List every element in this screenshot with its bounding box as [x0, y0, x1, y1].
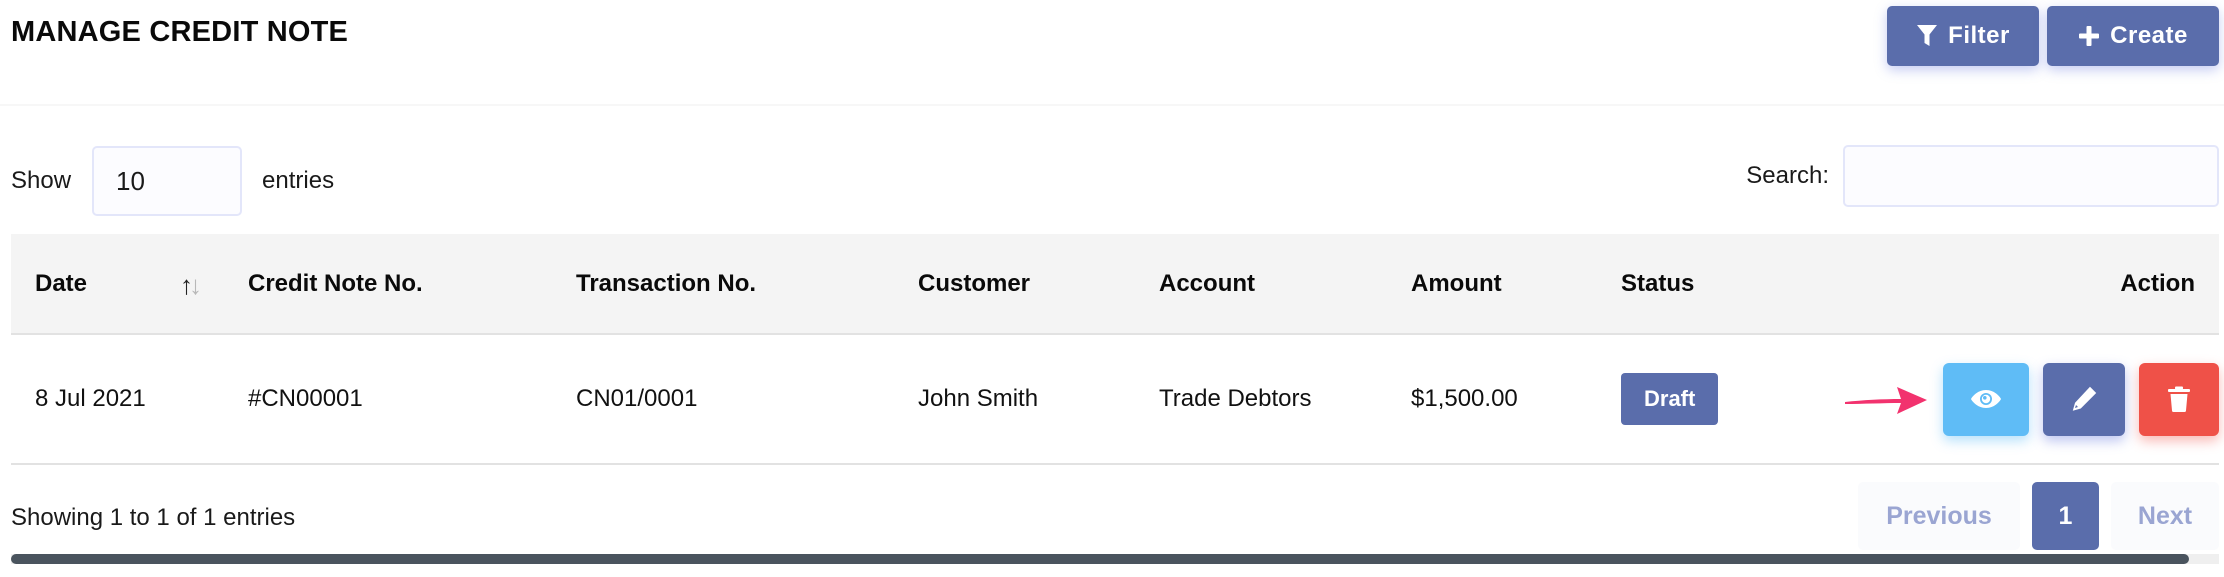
edit-button[interactable]: [2043, 362, 2125, 436]
table-header-row: Date ↑↓ Credit Note No. Transaction No. …: [11, 234, 2219, 334]
cell-customer: John Smith: [918, 385, 1039, 412]
cell-credit-note-no: #CN00001: [248, 385, 363, 412]
column-header-account[interactable]: Account: [1135, 234, 1387, 334]
plus-icon: [2079, 26, 2100, 46]
filter-button-label: Filter: [1948, 22, 2010, 49]
eye-icon: [1971, 390, 2001, 408]
cell-actions: [1757, 334, 2219, 464]
status-badge: Draft: [1621, 373, 1719, 425]
page-length-control: Show entries: [11, 146, 334, 216]
column-header-amount[interactable]: Amount: [1387, 234, 1597, 334]
filter-icon: [1917, 25, 1938, 46]
table-info: Showing 1 to 1 of 1 entries: [11, 504, 296, 531]
scrollbar-thumb[interactable]: [11, 554, 2189, 564]
search-control: Search:: [1746, 145, 2219, 207]
column-header-credit-note-no[interactable]: Credit Note No.: [224, 234, 552, 334]
cell-date: 8 Jul 2021: [35, 385, 146, 412]
column-header-status[interactable]: Status: [1597, 234, 1757, 334]
search-input[interactable]: [1843, 145, 2219, 207]
entries-label: entries: [262, 167, 335, 194]
row-actions: [1845, 362, 2219, 436]
page-length-input[interactable]: [92, 146, 243, 216]
annotation-arrow-icon: [1845, 387, 1927, 414]
search-label: Search:: [1746, 162, 1829, 189]
column-header-date[interactable]: Date ↑↓: [11, 234, 224, 334]
header-divider: [0, 104, 2224, 106]
cell-transaction-no: CN01/0001: [576, 385, 698, 412]
show-label: Show: [11, 167, 72, 194]
next-page-button[interactable]: Next: [2111, 482, 2219, 550]
pagination: Previous 1 Next: [1858, 482, 2219, 550]
view-button[interactable]: [1943, 362, 2029, 436]
delete-button[interactable]: [2139, 362, 2219, 436]
table-row: 8 Jul 2021 #CN00001 CN01/0001 John Smith…: [11, 334, 2219, 464]
column-header-action: Action: [2120, 269, 2195, 297]
trash-icon: [2168, 386, 2190, 412]
horizontal-scrollbar[interactable]: [11, 554, 2219, 564]
cell-account: Trade Debtors: [1159, 385, 1312, 412]
sort-icon[interactable]: ↑↓: [180, 270, 202, 301]
cell-amount: $1,500.00: [1411, 385, 1518, 412]
header-actions: Filter Create: [1887, 6, 2219, 66]
create-button[interactable]: Create: [2047, 6, 2219, 66]
pencil-icon: [2072, 386, 2097, 411]
page-title: MANAGE CREDIT NOTE: [11, 16, 349, 48]
previous-page-button[interactable]: Previous: [1858, 482, 2020, 550]
credit-note-table: Date ↑↓ Credit Note No. Transaction No. …: [11, 234, 2219, 465]
column-header-customer[interactable]: Customer: [894, 234, 1135, 334]
cell-status: Draft: [1597, 334, 1757, 464]
page-1-button[interactable]: 1: [2032, 482, 2099, 550]
filter-button[interactable]: Filter: [1887, 6, 2039, 66]
column-header-transaction-no[interactable]: Transaction No.: [552, 234, 894, 334]
create-button-label: Create: [2110, 22, 2188, 49]
